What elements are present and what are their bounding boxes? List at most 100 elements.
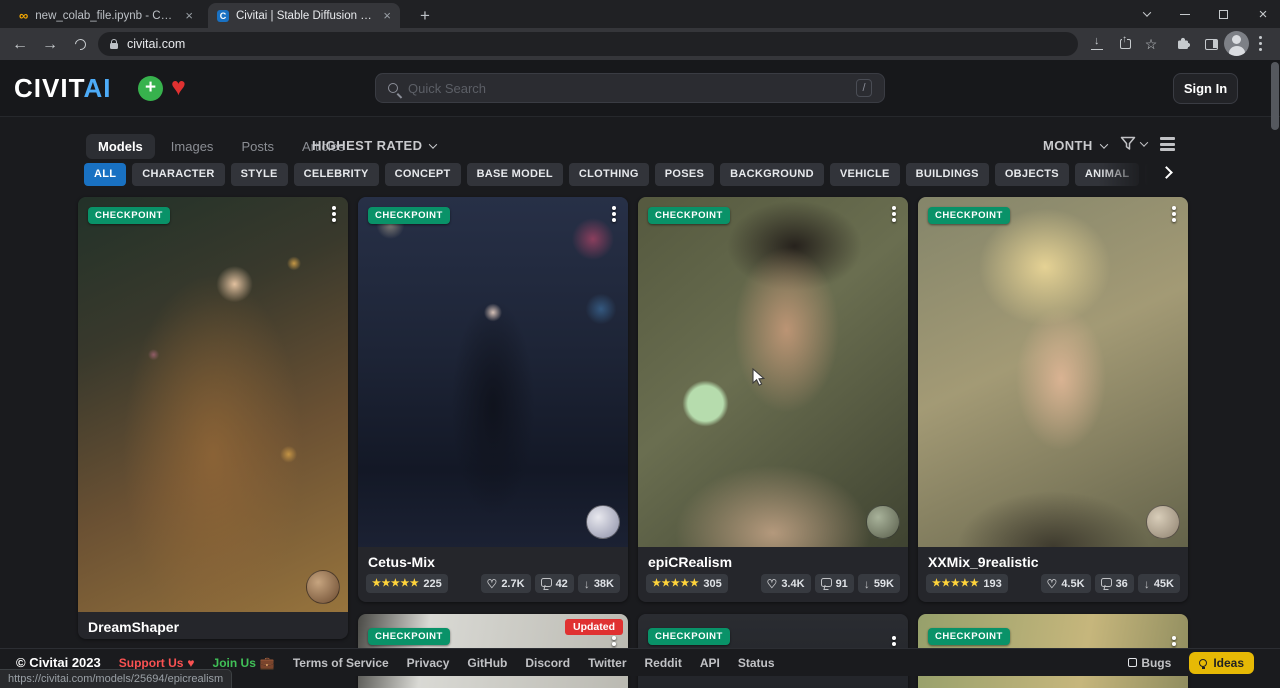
creator-avatar[interactable]	[586, 505, 620, 539]
card-menu-icon[interactable]	[612, 206, 616, 210]
card-menu-icon[interactable]	[332, 206, 336, 210]
ideas-button[interactable]: Ideas	[1189, 652, 1254, 674]
footer-link-status[interactable]: Status	[738, 656, 775, 670]
chevron-down-icon	[1140, 138, 1148, 146]
model-card-cetus-mix[interactable]: CHECKPOINT Cetus-Mix ★★★★★ 225 ♡2.7K 42 …	[358, 197, 628, 602]
card-menu-icon[interactable]	[1172, 636, 1176, 640]
address-bar[interactable]: civitai.com	[98, 32, 1078, 56]
tab-posts[interactable]: Posts	[229, 134, 286, 159]
rating-chip[interactable]: ★★★★★ 305	[646, 574, 728, 593]
civitai-logo[interactable]: CIVITAI	[14, 73, 112, 104]
reload-button[interactable]	[68, 33, 92, 57]
chip-buildings[interactable]: BUILDINGS	[906, 163, 989, 186]
side-panel-icon[interactable]	[1200, 34, 1222, 54]
footer-link-discord[interactable]: Discord	[525, 656, 570, 670]
chip-poses[interactable]: POSES	[655, 163, 714, 186]
tab-title: new_colab_file.ipynb - Colaborat	[35, 10, 178, 22]
footer-link-github[interactable]: GitHub	[467, 656, 507, 670]
downloads-chip[interactable]: ↓45K	[1138, 574, 1180, 593]
tab-models[interactable]: Models	[86, 134, 155, 159]
card-menu-icon[interactable]	[892, 636, 896, 640]
downloads-chip[interactable]: ↓59K	[858, 574, 900, 593]
card-menu-icon[interactable]	[1172, 206, 1176, 210]
likes-chip[interactable]: ♡4.5K	[1041, 574, 1091, 593]
period-dropdown[interactable]: MONTH	[1043, 138, 1107, 153]
chip-style[interactable]: STYLE	[231, 163, 288, 186]
footer-link-join[interactable]: Join Us💼	[213, 656, 275, 670]
chip-base-model[interactable]: BASE MODEL	[467, 163, 563, 186]
footer-link-reddit[interactable]: Reddit	[645, 656, 682, 670]
tab-search-icon[interactable]	[1130, 0, 1164, 28]
window-maximize-button[interactable]	[1206, 0, 1240, 28]
creator-avatar[interactable]	[306, 570, 340, 604]
tab-close-icon[interactable]: ×	[383, 9, 391, 22]
chip-character[interactable]: CHARACTER	[132, 163, 224, 186]
chip-clothing[interactable]: CLOTHING	[569, 163, 649, 186]
creator-avatar[interactable]	[866, 505, 900, 539]
create-button[interactable]: +	[138, 76, 163, 101]
bugs-label: Bugs	[1141, 656, 1171, 670]
footer-link-api[interactable]: API	[700, 656, 720, 670]
chip-concept[interactable]: CONCEPT	[385, 163, 461, 186]
model-card-epicrealism[interactable]: CHECKPOINT epiCRealism ★★★★★ 305 ♡3.4K 9…	[638, 197, 908, 602]
model-title: XXMix_9realistic	[918, 547, 1188, 574]
chip-objects[interactable]: OBJECTS	[995, 163, 1069, 186]
sign-in-button[interactable]: Sign In	[1173, 73, 1238, 104]
install-icon[interactable]	[1086, 34, 1108, 54]
likes-chip[interactable]: ♡2.7K	[481, 574, 531, 593]
card-menu-icon[interactable]	[612, 636, 616, 640]
chip-background[interactable]: BACKGROUND	[720, 163, 824, 186]
heart-icon: ♡	[487, 578, 498, 590]
model-title: epiCRealism	[638, 547, 908, 574]
share-icon[interactable]	[1114, 34, 1136, 54]
comments-chip[interactable]: 36	[1095, 574, 1134, 593]
comments-chip[interactable]: 42	[535, 574, 574, 593]
downloads-chip[interactable]: ↓38K	[578, 574, 620, 593]
model-card-dreamshaper[interactable]: CHECKPOINT DreamShaper	[78, 197, 348, 639]
chip-vehicle[interactable]: VEHICLE	[830, 163, 900, 186]
new-tab-button[interactable]: +	[413, 4, 437, 28]
bugs-button[interactable]: Bugs	[1128, 656, 1171, 670]
comments-chip[interactable]: 91	[815, 574, 854, 593]
rating-chip[interactable]: ★★★★★ 225	[366, 574, 448, 593]
footer-link-support[interactable]: Support Us♥	[119, 656, 195, 670]
browser-menu-icon[interactable]	[1259, 36, 1262, 39]
layout-toggle-button[interactable]	[1160, 137, 1175, 151]
sort-dropdown[interactable]: HIGHEST RATED	[312, 138, 436, 153]
creator-avatar[interactable]	[1146, 505, 1180, 539]
window-close-button[interactable]: ×	[1246, 0, 1280, 28]
footer-right: Bugs Ideas	[1128, 652, 1254, 674]
scrollbar-thumb[interactable]	[1271, 62, 1279, 130]
likes-chip[interactable]: ♡3.4K	[761, 574, 811, 593]
browser-tab-civitai[interactable]: C Civitai | Stable Diffusion models, ×	[208, 3, 400, 28]
search-bar[interactable]: /	[375, 73, 885, 103]
model-card-xxmix[interactable]: CHECKPOINT XXMix_9realistic ★★★★★ 193 ♡4…	[918, 197, 1188, 602]
forward-button[interactable]: →	[38, 33, 62, 57]
join-label: Join Us	[213, 656, 256, 670]
browser-profile-avatar[interactable]	[1224, 31, 1249, 56]
card-menu-icon[interactable]	[892, 206, 896, 210]
likes-count: 3.4K	[781, 578, 804, 590]
chevron-down-icon	[429, 140, 437, 148]
download-icon: ↓	[1144, 578, 1150, 590]
model-image: CHECKPOINT	[78, 197, 348, 612]
bookmark-star-icon[interactable]: ☆	[1140, 34, 1162, 54]
chip-celebrity[interactable]: CELEBRITY	[294, 163, 379, 186]
browser-tab-colab[interactable]: ∞ new_colab_file.ipynb - Colaborat ×	[10, 3, 202, 28]
star-icons: ★★★★★	[372, 578, 419, 589]
search-input[interactable]	[408, 81, 846, 96]
logo-text: CIVIT	[14, 73, 84, 103]
footer-link-twitter[interactable]: Twitter	[588, 656, 626, 670]
footer-link-terms[interactable]: Terms of Service	[293, 656, 389, 670]
extensions-icon[interactable]	[1172, 34, 1194, 54]
page-scrollbar[interactable]	[1271, 62, 1279, 686]
back-button[interactable]: ←	[8, 33, 32, 57]
chip-all[interactable]: ALL	[84, 163, 126, 186]
support-heart-icon[interactable]: ♥	[171, 73, 186, 101]
tab-close-icon[interactable]: ×	[185, 9, 193, 22]
filter-button[interactable]	[1120, 136, 1147, 151]
tab-images[interactable]: Images	[159, 134, 226, 159]
footer-link-privacy[interactable]: Privacy	[407, 656, 450, 670]
window-minimize-button[interactable]	[1168, 0, 1202, 28]
rating-chip[interactable]: ★★★★★ 193	[926, 574, 1008, 593]
